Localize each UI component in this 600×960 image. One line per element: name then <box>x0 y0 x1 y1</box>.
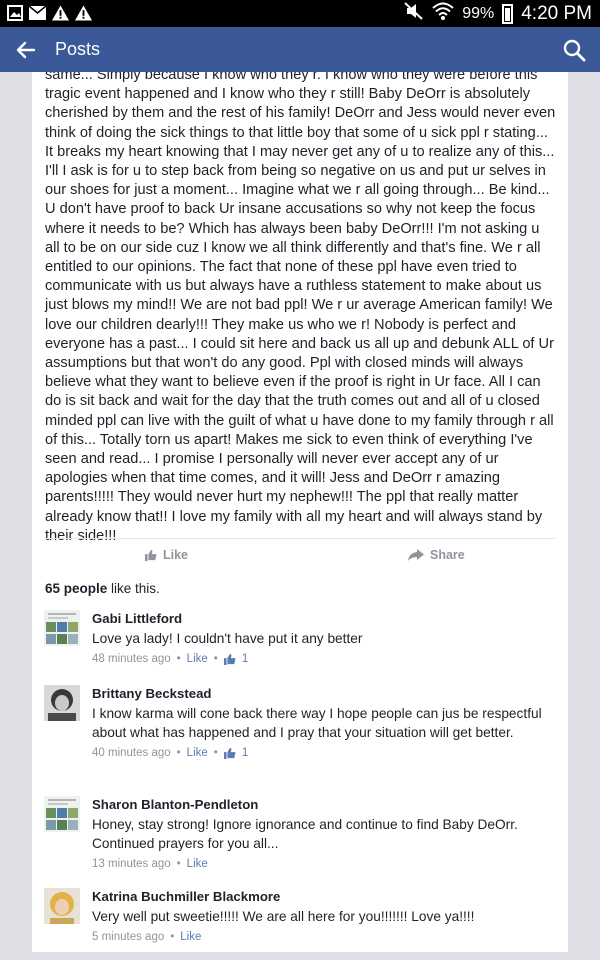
thumbs-up-icon <box>145 549 157 561</box>
comment-meta: 48 minutes ago • Like • 1 <box>92 653 562 665</box>
search-icon[interactable] <box>562 38 586 62</box>
comment-like-button[interactable]: Like <box>187 747 208 759</box>
warning-icon <box>52 4 69 21</box>
comment-body: Brittany Beckstead I know karma will con… <box>92 685 562 759</box>
comment-body: Katrina Buchmiller Blackmore Very well p… <box>92 888 562 943</box>
comment-body: Gabi Littleford Love ya lady! I couldn't… <box>92 610 562 665</box>
comment-like-count[interactable]: 1 <box>242 653 248 665</box>
avatar[interactable] <box>44 685 80 721</box>
commenter-name[interactable]: Gabi Littleford <box>92 610 562 627</box>
post-text: same... Simply because I know who they r… <box>45 72 556 544</box>
comment-meta: 40 minutes ago • Like • 1 <box>92 747 562 759</box>
post-card: same... Simply because I know who they r… <box>32 72 568 577</box>
comment-text: Honey, stay strong! Ignore ignorance and… <box>92 817 518 851</box>
comment-time: 48 minutes ago <box>92 653 171 665</box>
comment-meta: 5 minutes ago • Like <box>92 931 562 943</box>
app-bar: Posts <box>0 27 600 72</box>
comment-like-button[interactable]: Like <box>187 653 208 665</box>
page-title: Posts <box>55 39 101 59</box>
separator-dot: • <box>170 931 175 943</box>
likes-count: 65 people <box>45 581 108 596</box>
share-button[interactable]: Share <box>408 548 465 562</box>
comment-like-count[interactable]: 1 <box>242 747 248 759</box>
comment-meta: 13 minutes ago • Like <box>92 858 562 870</box>
commenter-name[interactable]: Katrina Buchmiller Blackmore <box>92 888 562 905</box>
status-indicators: 99% 4:20 PM <box>404 2 592 26</box>
notification-icons <box>6 4 92 21</box>
commenter-name[interactable]: Sharon Blanton-Pendleton <box>92 796 562 813</box>
mute-icon <box>404 2 424 26</box>
comment-time: 13 minutes ago <box>92 858 171 870</box>
battery-percent: 99% <box>462 5 495 22</box>
comment-time: 40 minutes ago <box>92 747 171 759</box>
avatar[interactable] <box>44 888 80 924</box>
comment-text: I know karma will cone back there way I … <box>92 706 542 740</box>
separator-dot: • <box>213 653 218 665</box>
comment-time: 5 minutes ago <box>92 931 165 943</box>
separator-dot: • <box>176 747 181 759</box>
status-bar: 99% 4:20 PM <box>0 0 600 27</box>
avatar[interactable] <box>44 610 80 646</box>
comment-text: Very well put sweetie!!!!! We are all he… <box>92 909 475 924</box>
separator-dot: • <box>213 747 218 759</box>
likes-suffix: like this. <box>107 581 160 596</box>
commenter-name[interactable]: Brittany Beckstead <box>92 685 562 702</box>
share-label: Share <box>430 548 465 562</box>
battery-icon <box>502 4 514 24</box>
comments-section: 65 people like this. Gabi Littleford Lov… <box>32 572 568 952</box>
comment-like-button[interactable]: Like <box>180 931 201 943</box>
wifi-icon <box>432 2 454 26</box>
share-arrow-icon <box>408 549 424 561</box>
gallery-icon <box>6 4 23 21</box>
like-label: Like <box>163 548 189 562</box>
likes-summary[interactable]: 65 people like this. <box>45 581 160 596</box>
comment-text: Love ya lady! I couldn't have put it any… <box>92 631 363 646</box>
separator-dot: • <box>176 858 181 870</box>
avatar[interactable] <box>44 796 80 832</box>
comment-body: Sharon Blanton-Pendleton Honey, stay str… <box>92 796 562 870</box>
like-button[interactable]: Like <box>145 548 188 562</box>
comment-like-button[interactable]: Like <box>187 858 208 870</box>
separator-dot: • <box>176 653 181 665</box>
clock: 4:20 PM <box>521 3 592 24</box>
warning-icon <box>75 4 92 21</box>
back-arrow-icon[interactable] <box>12 36 40 64</box>
thumbs-up-icon <box>223 747 236 759</box>
mail-icon <box>29 4 46 21</box>
thumbs-up-icon <box>223 653 236 665</box>
